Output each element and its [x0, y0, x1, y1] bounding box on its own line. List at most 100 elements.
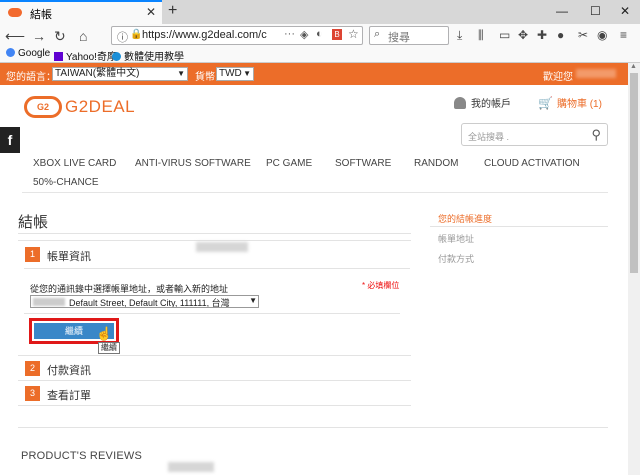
sidebar-icon[interactable]: ▭	[499, 28, 510, 42]
back-icon[interactable]: ⟵	[5, 28, 25, 45]
chevron-down-icon: ▼	[249, 296, 257, 305]
site-search-input[interactable]: 全站搜尋 . ⚲	[461, 123, 608, 146]
browser-tab-bar: 結帳 ✕ + — ☐ ✕	[0, 0, 640, 24]
nav-item-pc-game[interactable]: PC GAME	[266, 158, 312, 169]
username-redacted	[576, 69, 616, 78]
maximize-icon[interactable]: ☐	[590, 4, 601, 18]
site-favicon-icon	[8, 8, 22, 17]
reviews-title: PRODUCT'S REVIEWS	[21, 450, 143, 462]
divider	[18, 233, 411, 234]
site-search-placeholder: 全站搜尋 .	[468, 132, 510, 142]
nav-item-antivirus[interactable]: ANTI-VIRUS SOFTWARE	[135, 158, 251, 169]
divider	[18, 240, 411, 241]
divider	[24, 268, 410, 269]
chevron-down-icon: ▼	[243, 69, 251, 78]
hand-cursor-icon: ☝	[96, 326, 113, 341]
screenshot-icon[interactable]: ✂	[578, 28, 588, 42]
close-tab-icon[interactable]: ✕	[146, 5, 156, 19]
cart-icon: 🛒	[538, 96, 553, 110]
downloads-icon[interactable]: ⤓	[457, 28, 462, 43]
site-info-icon[interactable]: ⓘ	[117, 29, 128, 45]
divider	[430, 226, 608, 227]
nav-item-cloud-activation[interactable]: CLOUD ACTIVATION	[484, 158, 580, 169]
step-review-order[interactable]: 查看訂單	[47, 387, 91, 403]
divider	[18, 380, 411, 381]
chevron-down-icon: ▼	[177, 69, 185, 78]
scrollbar-thumb[interactable]	[630, 73, 638, 273]
nav-item-random[interactable]: RANDOM	[414, 158, 458, 169]
my-account-link[interactable]: 我的帳戶	[454, 95, 511, 110]
facebook-icon[interactable]: f	[0, 127, 20, 153]
url-bar[interactable]: ⓘ 🔒 https://www.g2deal.com/c ··· ◈ ◐ B ☆	[111, 26, 363, 45]
bookmarks-bar: Google Yahoo!奇摩 數體使用教學	[0, 48, 640, 63]
page-scrollbar[interactable]: ▲	[628, 63, 640, 475]
welcome-text: 歡迎您	[543, 72, 573, 83]
lock-icon: 🔒	[130, 29, 143, 40]
currency-label: 貨幣	[195, 72, 215, 83]
address-label: 從您的通訊錄中選擇帳單地址，或者輸入新的地址	[30, 284, 229, 294]
window-close-icon[interactable]: ✕	[620, 4, 630, 18]
extension-puzzle-icon[interactable]: ✚	[537, 28, 547, 42]
nav-item-xbox[interactable]: XBOX LIVE CARD	[33, 158, 116, 169]
home-icon[interactable]: ⌂	[79, 28, 87, 44]
minimize-icon[interactable]: —	[556, 4, 568, 18]
bookmark-star-icon[interactable]: ☆	[348, 27, 359, 41]
pocket-icon[interactable]: ◈	[300, 28, 308, 41]
logo-mark-icon: G2	[24, 96, 62, 118]
step-number: 3	[25, 386, 40, 401]
yahoo-icon	[54, 52, 63, 61]
extension-icon[interactable]: B	[332, 29, 342, 40]
page-actions-icon[interactable]: ···	[284, 28, 295, 40]
bookmark-tutorial[interactable]: 數體使用教學	[112, 48, 184, 63]
shield-icon[interactable]: ◐	[316, 28, 323, 40]
menu-icon[interactable]: ≡	[620, 28, 627, 42]
cart-link[interactable]: 🛒 購物車 (1)	[538, 95, 602, 110]
divider	[24, 313, 400, 314]
tutorial-icon	[112, 52, 121, 61]
redacted-name	[33, 298, 65, 306]
move-icon[interactable]: ✥	[518, 28, 528, 42]
browser-search-placeholder: 搜尋	[388, 32, 410, 44]
divider	[18, 355, 411, 356]
search-icon[interactable]: ⚲	[591, 127, 601, 143]
required-note: * 必填欄位	[362, 281, 400, 290]
step-payment-info[interactable]: 付款資訊	[47, 362, 91, 378]
search-icon: ⌕	[374, 28, 381, 40]
nav-divider	[22, 192, 608, 193]
page-title: 結帳	[18, 214, 49, 231]
step-billing-info[interactable]: 帳單資訊	[47, 248, 91, 264]
nav-item-50-chance[interactable]: 50%-CHANCE	[33, 177, 99, 188]
bookmark-yahoo[interactable]: Yahoo!奇摩	[54, 48, 117, 63]
browser-tab[interactable]: 結帳 ✕	[0, 0, 162, 24]
progress-payment-method: 付款方式	[438, 254, 475, 264]
currency-select[interactable]: TWD ▼	[216, 67, 254, 81]
step-number: 1	[25, 247, 40, 262]
address-value: Default Street, Default City, 111111, 台灣	[69, 298, 230, 308]
bookmark-label: Yahoo!奇摩	[66, 52, 117, 63]
bookmark-google[interactable]: Google	[6, 48, 50, 59]
bookmark-label: 數體使用教學	[124, 52, 184, 63]
scroll-up-icon[interactable]: ▲	[630, 63, 637, 70]
currency-value: TWD	[219, 68, 242, 79]
bookmark-label: Google	[18, 48, 51, 59]
addon-icon[interactable]: ●	[557, 28, 564, 42]
billing-address-select[interactable]: Default Street, Default City, 111111, 台灣…	[30, 295, 259, 308]
forward-icon[interactable]: →	[32, 28, 46, 44]
continue-tooltip: 繼續	[98, 342, 120, 354]
browser-search-input[interactable]: ⌕ 搜尋	[369, 26, 449, 45]
account-label: 我的帳戶	[471, 99, 511, 110]
library-icon[interactable]: ⫼	[478, 28, 484, 43]
divider	[18, 405, 411, 406]
new-tab-icon[interactable]: +	[168, 2, 177, 20]
site-top-bar: 您的語言： TAIWAN(繁體中文) ▼ 貨幣 TWD ▼ 歡迎您	[0, 63, 628, 85]
redacted-info	[196, 242, 248, 252]
nav-item-software[interactable]: SOFTWARE	[335, 158, 391, 169]
user-icon	[454, 97, 466, 109]
google-icon	[6, 48, 15, 57]
language-select[interactable]: TAIWAN(繁體中文) ▼	[52, 67, 188, 81]
language-label: 您的語言：	[6, 72, 56, 83]
redacted-info	[168, 462, 214, 472]
reload-icon[interactable]: ↻	[54, 28, 66, 45]
cart-label: 購物車 (1)	[556, 99, 602, 110]
account-icon[interactable]: ◉	[597, 28, 607, 42]
